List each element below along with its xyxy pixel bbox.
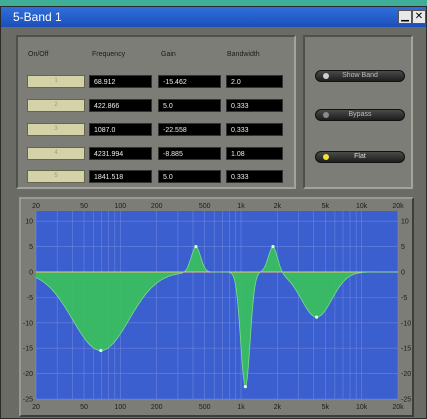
header-gain: Gain [161,51,176,58]
frequency-field[interactable]: 68.912 [89,75,152,88]
x-tick-label-top: 1k [237,203,245,210]
x-tick-label-bottom: 20k [392,404,404,411]
x-tick-label-bottom: 10k [356,404,368,411]
show-band-label: Show Band [342,72,378,79]
band-toggle[interactable]: 3 [27,123,85,136]
eq-graph-frame: 20 20 50 50 100 100 200 200 500 500 1k 1k 2k 2k 5k 5k 10… [19,197,414,417]
y-tick-label-right: 0 [401,269,405,276]
eq-response-graph[interactable]: 202050501001002002005005001k1k2k2k5k5k10… [21,199,412,415]
y-tick-label-left: -10 [23,320,33,327]
frequency-field[interactable]: 4231.994 [89,147,152,160]
x-tick-label-bottom: 50 [80,404,88,411]
x-tick-label-top: 50 [80,203,88,210]
y-tick-label-right: -5 [401,295,407,302]
flat-button[interactable]: Flat [315,151,405,163]
band-marker[interactable] [99,348,103,353]
bandwidth-field[interactable]: 0.333 [226,123,283,136]
x-tick-label-top: 500 [199,203,211,210]
gain-field[interactable]: -22.558 [158,123,221,136]
gain-field[interactable]: -15.462 [158,75,221,88]
y-tick-label-left: -20 [23,371,33,378]
show-band-button[interactable]: Show Band [315,70,405,82]
controls-panel: Show Band Bypass Flat [303,35,413,189]
window-title: 5-Band 1 [13,10,62,24]
band-marker[interactable] [194,244,198,249]
bandwidth-field[interactable]: 0.333 [226,170,283,183]
band-marker[interactable] [315,315,319,319]
x-tick-label-top: 20k [392,203,404,210]
x-tick-label-top: 200 [151,203,163,210]
frequency-field[interactable]: 1087.0 [89,123,152,136]
y-tick-label-left: 5 [29,244,33,251]
x-tick-label-top: 20 [32,203,40,210]
bypass-button[interactable]: Bypass [315,109,405,121]
x-tick-label-bottom: 1k [237,404,245,411]
x-tick-label-top: 2k [274,203,282,210]
header-frequency: Frequency [92,51,126,58]
gain-field[interactable]: 5.0 [158,99,221,112]
bandwidth-field[interactable]: 0.333 [226,99,283,112]
frequency-field[interactable]: 422.866 [89,99,152,112]
bypass-label: Bypass [348,111,372,118]
x-tick-label-top: 100 [114,203,126,210]
y-tick-label-left: 0 [29,269,33,276]
y-tick-label-left: 10 [25,219,33,226]
band-marker[interactable] [243,384,247,389]
x-tick-label-bottom: 20 [32,404,40,411]
y-tick-label-left: -5 [27,295,33,302]
close-icon[interactable]: ✕ [412,10,426,24]
y-tick-label-right: -20 [401,371,411,378]
bandwidth-field[interactable]: 1.08 [226,147,283,160]
x-tick-label-bottom: 200 [151,404,163,411]
bandwidth-field[interactable]: 2.0 [226,75,283,88]
x-tick-label-bottom: 2k [274,404,282,411]
minimize-icon[interactable]: ▁ [398,10,412,24]
band-toggle[interactable]: 1 [27,75,85,88]
bypass-led-icon [323,112,329,118]
band-toggle[interactable]: 5 [27,170,85,183]
x-tick-label-bottom: 5k [322,404,330,411]
gain-field[interactable]: 5.0 [158,170,221,183]
flat-label: Flat [354,153,366,160]
title-bar[interactable]: 5-Band 1 ▁ ✕ [1,7,426,27]
flat-led-icon [323,154,329,160]
show-band-led-icon [323,73,329,79]
band-toggle[interactable]: 2 [27,99,85,112]
band-marker[interactable] [271,244,275,249]
y-tick-label-left: -25 [23,397,33,404]
y-tick-label-right: 10 [401,219,409,226]
header-onoff: On/Off [28,51,49,58]
band-toggle[interactable]: 4 [27,147,85,160]
header-bandwidth: Bandwidth [227,51,260,58]
x-tick-label-bottom: 500 [199,404,211,411]
x-tick-label-top: 10k [356,203,368,210]
y-tick-label-right: -15 [401,346,411,353]
frequency-field[interactable]: 1841.518 [89,170,152,183]
y-tick-label-right: -25 [401,397,411,404]
x-tick-label-bottom: 100 [114,404,126,411]
y-tick-label-right: 5 [401,244,405,251]
y-tick-label-right: -10 [401,320,411,327]
gain-field[interactable]: -8.885 [158,147,221,160]
x-tick-label-top: 5k [322,203,330,210]
band-table-panel: On/Off Frequency Gain Bandwidth 1 68.912… [16,35,296,189]
y-tick-label-left: -15 [23,346,33,353]
eq-window: 5-Band 1 ▁ ✕ On/Off Frequency Gain Bandw… [0,6,427,419]
